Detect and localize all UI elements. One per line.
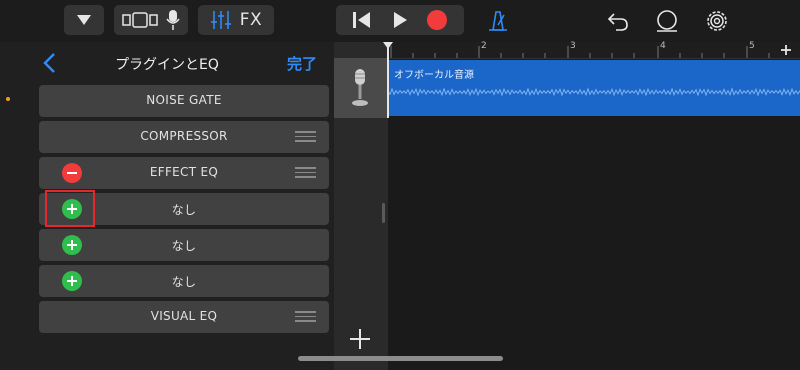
vocal-microphone-icon [352, 69, 368, 106]
reorder-handle-icon[interactable] [295, 167, 316, 179]
plugin-slot-label: なし [171, 239, 197, 253]
bar-number: 5 [749, 41, 755, 51]
fx-button[interactable]: FX [240, 10, 262, 30]
mixer-icon[interactable] [210, 9, 232, 31]
plugin-slot-empty-3[interactable]: なし [39, 265, 329, 297]
plugin-slot-empty-2[interactable]: なし [39, 229, 329, 261]
waveform [388, 87, 800, 97]
plugin-slot-label: COMPRESSOR [140, 129, 228, 143]
plugin-slot-label: なし [171, 275, 197, 289]
add-track-icon[interactable] [349, 328, 371, 350]
playhead-marker-icon [383, 42, 393, 49]
plugin-slot-noise-gate[interactable]: NOISE GATE [39, 85, 329, 117]
done-button[interactable]: 完了 [287, 53, 317, 74]
top-toolbar: FX [0, 0, 800, 42]
bar-number: 3 [570, 41, 576, 51]
play-icon[interactable] [392, 11, 408, 29]
plugin-slot-compressor[interactable]: COMPRESSOR [39, 121, 329, 153]
plugin-slot-label: NOISE GATE [146, 93, 222, 107]
audio-region[interactable]: オフボーカル音源 [388, 60, 800, 116]
view-controls-group [114, 5, 188, 35]
reorder-handle-icon[interactable] [295, 131, 316, 143]
track-view-icon[interactable] [122, 12, 158, 28]
transport-group [336, 5, 464, 35]
panel-title: プラグインとEQ [115, 57, 219, 73]
microphone-icon[interactable] [166, 9, 180, 31]
home-indicator [298, 356, 503, 361]
add-section-icon[interactable] [780, 44, 792, 56]
plugin-slot-label: EFFECT EQ [149, 165, 219, 179]
menu-dropdown-button[interactable] [64, 5, 104, 35]
track-indicator-dot [6, 97, 10, 101]
menu-dropdown-icon [77, 15, 91, 25]
settings-icon[interactable] [705, 9, 729, 33]
loop-icon[interactable] [655, 9, 679, 33]
mixer-fx-group: FX [198, 5, 274, 35]
record-icon[interactable] [426, 9, 448, 31]
highlight-box [45, 190, 95, 227]
reorder-handle-icon[interactable] [295, 311, 316, 323]
region-name: オフボーカル音源 [394, 70, 474, 81]
plugin-slot-effect-eq[interactable]: EFFECT EQ [39, 157, 329, 189]
track-header[interactable] [334, 58, 388, 118]
go-to-beginning-icon[interactable] [352, 11, 372, 29]
plugin-slot-visual-eq[interactable]: VISUAL EQ [39, 301, 329, 333]
timeline-ruler[interactable]: 2 3 4 5 [388, 41, 800, 59]
metronome-icon[interactable] [487, 10, 509, 32]
playhead[interactable] [383, 42, 393, 118]
plugin-slot-label: VISUAL EQ [150, 309, 218, 323]
bar-number: 2 [481, 41, 487, 51]
panel-resize-handle[interactable] [382, 203, 385, 223]
ruler-ticks [390, 46, 770, 58]
undo-icon[interactable] [607, 10, 629, 32]
bar-number: 4 [660, 41, 666, 51]
